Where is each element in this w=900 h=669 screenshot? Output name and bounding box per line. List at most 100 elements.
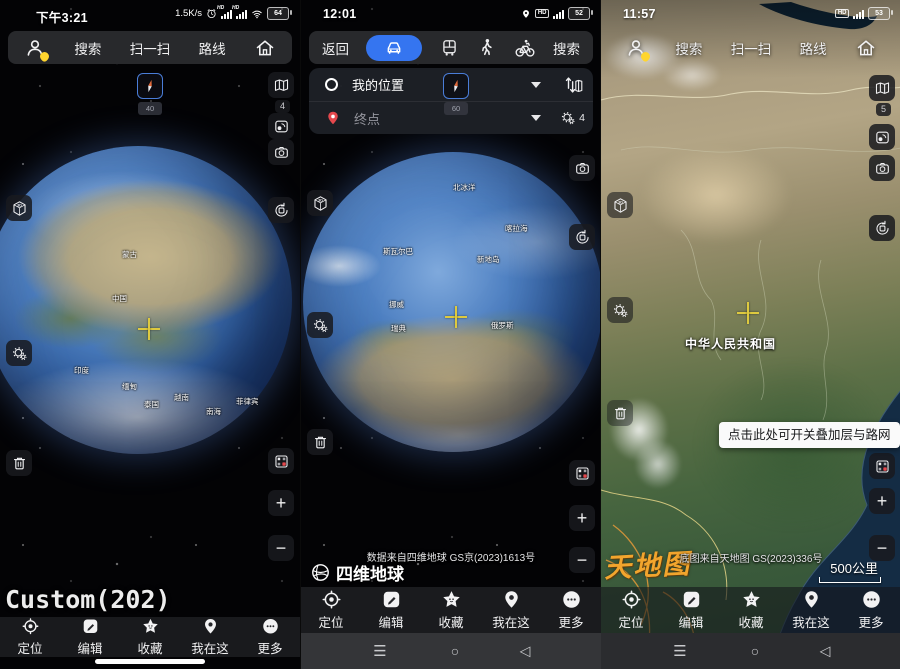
clear-map-button[interactable] [6,450,32,476]
nav-label: 编辑 [77,638,102,657]
route-button[interactable]: 路线 [800,38,827,58]
screenshot-button[interactable] [569,155,595,181]
nav-favorites[interactable]: 收藏 [421,587,481,633]
search-button[interactable]: 搜索 [675,38,702,58]
overlay-toggle-button[interactable] [569,460,595,486]
android-back-button[interactable]: ◁ [514,643,536,660]
zoom-in-button[interactable]: + [869,488,895,514]
screenshot-button[interactable] [869,155,895,181]
province-border [819,260,829,420]
chevron-down-icon[interactable] [531,82,541,88]
overlay-hint-tooltip[interactable]: 点击此处可开关叠加层与路网 [719,422,900,448]
earth-globe-south-up[interactable] [303,152,601,452]
3d-mode-button[interactable] [6,195,32,221]
android-home-button[interactable]: ○ [744,643,766,659]
screen-orientation-button[interactable] [869,124,895,150]
route-button[interactable]: 路线 [199,38,226,58]
nav-locate[interactable]: 定位 [301,587,361,633]
nav-im-here[interactable]: 我在这 [481,587,541,633]
3d-cube-icon [612,197,629,214]
overlay-toggle-button[interactable] [268,448,294,474]
profile-button[interactable] [625,37,647,59]
country-label: 中华人民共和国 [685,335,776,352]
nav-edit[interactable]: 编辑 [361,587,421,633]
camera-icon [574,160,591,177]
trash-icon [612,405,629,422]
nav-label: 我在这 [191,638,229,657]
compass-needle-icon [139,75,161,97]
locate-target-icon [321,589,342,610]
zoom-in-button[interactable]: + [569,505,595,531]
map-label: 挪威 [389,300,404,309]
route-settings-button[interactable]: 4 [560,110,585,126]
rotate-view-button[interactable] [569,224,595,250]
compass-control[interactable] [137,73,163,99]
mode-transit[interactable] [439,37,460,58]
map-settings-button[interactable] [307,312,333,338]
swap-endpoints-button[interactable] [563,74,585,96]
3d-cube-icon [312,195,329,212]
scan-button[interactable]: 扫一扫 [731,38,772,58]
compass-control[interactable] [443,73,469,99]
compass-needle-icon [445,75,467,97]
nav-edit[interactable]: 编辑 [60,617,120,657]
search-button[interactable]: 搜索 [553,38,580,58]
screenshot-button[interactable] [268,139,294,165]
profile-button[interactable] [24,37,46,59]
map-label: 印度 [74,366,89,375]
back-button[interactable]: 返回 [322,38,349,58]
alarm-clock-icon [206,8,217,19]
top-search-bar: 搜索 扫一扫 路线 [609,31,893,64]
mode-drive-selected[interactable] [366,35,422,61]
nav-im-here[interactable]: 我在这 [781,587,841,633]
nav-locate[interactable]: 定位 [601,587,661,633]
nav-label: 收藏 [137,638,162,657]
nav-favorites[interactable]: 收藏 [721,587,781,633]
nav-edit[interactable]: 编辑 [661,587,721,633]
clear-map-button[interactable] [307,429,333,455]
layers-button[interactable] [869,75,895,101]
home-button[interactable] [855,37,877,59]
mode-bike[interactable] [514,37,536,59]
trash-icon [312,434,329,451]
screen-orientation-button[interactable] [268,113,294,139]
recents-button[interactable]: ☰ [369,642,391,660]
chevron-down-icon[interactable] [531,115,541,121]
rotate-icon [273,202,290,219]
layers-button[interactable] [268,72,294,98]
android-back-button[interactable]: ◁ [814,643,836,660]
map-label: 泰国 [144,400,159,409]
overlay-grid-icon [574,465,591,482]
layers-map-icon [273,77,290,94]
3d-mode-button[interactable] [607,192,633,218]
clear-map-button[interactable] [607,400,633,426]
nav-more[interactable]: 更多 [841,587,900,633]
mode-walk[interactable] [476,37,497,58]
recents-button[interactable]: ☰ [669,642,691,660]
province-border [758,240,766,400]
scan-button[interactable]: 扫一扫 [130,38,171,58]
android-home-button[interactable]: ○ [444,643,466,659]
overlay-grid-icon [874,458,891,475]
zoom-out-button[interactable]: − [268,535,294,561]
nav-favorites[interactable]: 收藏 [120,617,180,657]
rotate-view-button[interactable] [869,215,895,241]
nav-locate[interactable]: 定位 [0,617,60,657]
clock-time: 12:01 [323,7,356,21]
map-settings-button[interactable] [607,297,633,323]
home-button[interactable] [254,37,276,59]
rotate-view-button[interactable] [268,197,294,223]
home-indicator[interactable] [95,659,205,664]
map-label: 喀拉海 [505,224,528,233]
map-label: 南海 [206,407,221,416]
center-crosshair [445,306,467,328]
3d-mode-button[interactable] [307,190,333,216]
zoom-in-button[interactable]: + [268,490,294,516]
nav-more[interactable]: 更多 [541,587,601,633]
nav-im-here[interactable]: 我在这 [180,617,240,657]
search-button[interactable]: 搜索 [74,38,101,58]
map-settings-button[interactable] [6,340,32,366]
overlay-toggle-button[interactable] [869,453,895,479]
nav-label: 更多 [858,612,883,631]
nav-more[interactable]: 更多 [240,617,300,657]
